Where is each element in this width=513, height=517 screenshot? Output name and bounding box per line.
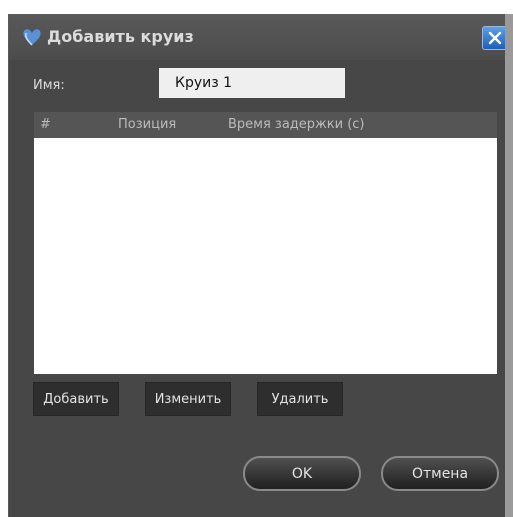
add-button[interactable]: Добавить — [33, 382, 119, 416]
column-header-number: # — [40, 117, 51, 132]
heart-icon — [23, 29, 41, 46]
cancel-button[interactable]: Отмена — [381, 456, 499, 491]
edit-button[interactable]: Изменить — [145, 382, 231, 416]
delete-button[interactable]: Удалить — [257, 382, 343, 416]
dialog-title: Добавить круиз — [47, 27, 194, 46]
table-header: # Позиция Время задержки (с) — [34, 112, 497, 138]
ok-button[interactable]: OK — [243, 456, 361, 491]
cruise-positions-table[interactable]: # Позиция Время задержки (с) — [34, 112, 497, 374]
title-bar: Добавить круиз — [9, 14, 513, 60]
column-header-delay: Время задержки (с) — [228, 117, 365, 132]
column-header-position: Позиция — [118, 117, 177, 132]
name-input[interactable] — [159, 68, 345, 98]
name-label: Имя: — [33, 78, 65, 93]
close-icon — [488, 31, 502, 45]
window-edge — [505, 14, 513, 517]
add-cruise-dialog: Добавить круиз Имя: # Позиция Время заде… — [8, 14, 513, 517]
